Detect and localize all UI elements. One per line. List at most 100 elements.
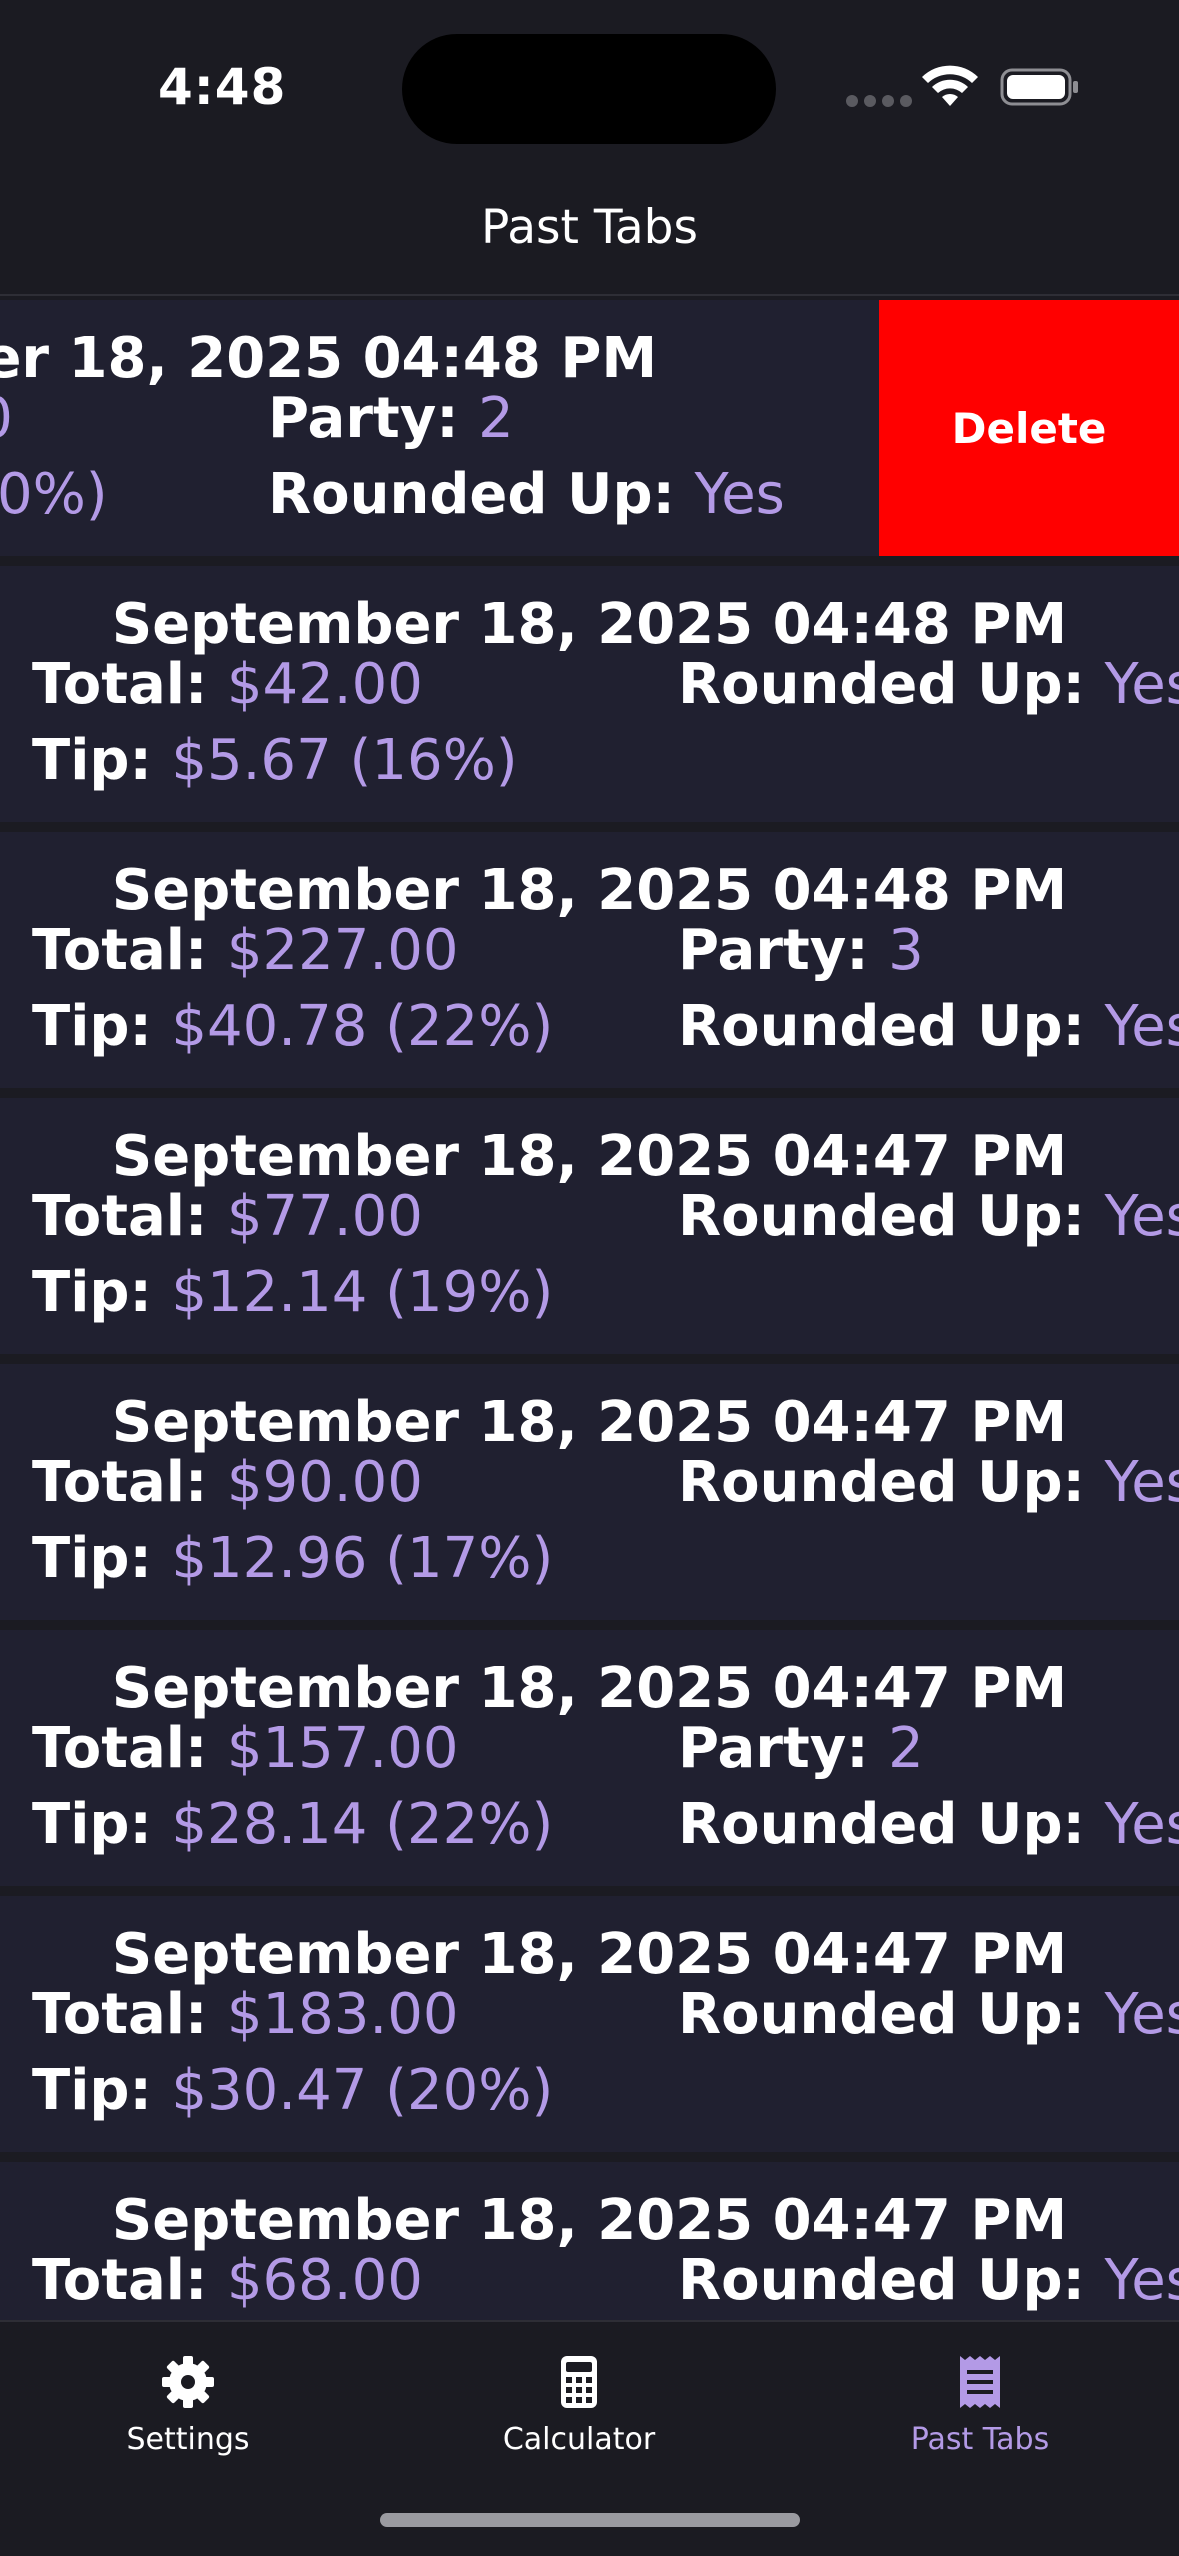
row-rounded-up: Rounded Up: Yes — [678, 1982, 1179, 2047]
screen: 4:48 Past Tabs September 18, 2025 04:48 … — [0, 0, 1179, 2556]
rounded-up-label: Rounded Up: — [678, 1450, 1105, 1515]
row-rounded-up: Rounded Up: Yes — [678, 2248, 1179, 2313]
row-total: Total: $68.00 — [32, 2248, 423, 2313]
receipt-icon — [960, 2356, 1000, 2408]
status-bar: 4:48 — [0, 0, 1179, 180]
list-item[interactable]: September 18, 2025 04:48 PM Total: $42.0… — [0, 566, 1179, 822]
row-tip: Tip: $30.47 (20%) — [32, 2058, 553, 2123]
tab-past-tabs[interactable]: Past Tabs — [830, 2352, 1130, 2457]
rounded-up-label: Rounded Up: — [678, 2248, 1105, 2313]
list-item[interactable]: September 18, 2025 04:47 PM Total: $183.… — [0, 1896, 1179, 2152]
row-total: Total: $183.00 — [32, 1982, 458, 2047]
rounded-up-label: Rounded Up: — [678, 1184, 1105, 1249]
party-value: 2 — [478, 386, 514, 451]
total-label: Total: — [32, 1982, 227, 2047]
total-value: $42.00 — [226, 652, 423, 717]
rounded-up-label: Rounded Up: — [678, 1982, 1105, 2047]
rounded-up-label: Rounded Up: — [678, 994, 1105, 1059]
rounded-up-value: Yes — [694, 462, 785, 527]
rounded-up-value: Yes — [1104, 994, 1179, 1059]
row-date: September 18, 2025 04:48 PM — [111, 858, 1068, 923]
list-item-swiped[interactable]: September 18, 2025 04:48 PM Total: $48.0… — [0, 300, 1179, 556]
tip-value: $9.36 (20%) — [0, 462, 108, 527]
total-label: Total: — [32, 918, 227, 983]
total-value: $227.00 — [226, 918, 459, 983]
tip-value: $40.78 (22%) — [171, 994, 554, 1059]
total-value: $68.00 — [226, 2248, 423, 2313]
row-date: September 18, 2025 04:47 PM — [111, 1124, 1068, 1189]
tip-label: Tip: — [32, 728, 172, 793]
rounded-up-value: Yes — [1104, 652, 1179, 717]
status-time: 4:48 — [158, 58, 287, 116]
dynamic-island — [402, 34, 776, 144]
tip-value: $28.14 (22%) — [171, 1792, 554, 1857]
cellular-signal-icon — [846, 95, 912, 107]
row-date: September 18, 2025 04:47 PM — [111, 1390, 1068, 1455]
row-tip: Tip: $28.14 (22%) — [32, 1792, 553, 1857]
tip-label: Tip: — [32, 1526, 172, 1591]
row-total: Total: $157.00 — [32, 1716, 458, 1781]
total-value: $90.00 — [226, 1450, 423, 1515]
total-label: Total: — [32, 652, 227, 717]
party-value: 3 — [888, 918, 924, 983]
list-item[interactable]: September 18, 2025 04:47 PM Total: $90.0… — [0, 1364, 1179, 1620]
total-value: $157.00 — [226, 1716, 459, 1781]
past-tabs-list[interactable]: September 18, 2025 04:48 PM Total: $48.0… — [0, 300, 1179, 2320]
party-value: 2 — [888, 1716, 924, 1781]
gear-icon — [162, 2356, 214, 2408]
row-total: Total: $42.00 — [32, 652, 423, 717]
row-tip: Tip: $12.96 (17%) — [32, 1526, 553, 1591]
tip-value: $12.14 (19%) — [171, 1260, 554, 1325]
header-divider — [0, 294, 1179, 296]
list-item[interactable]: September 18, 2025 04:47 PM Total: $68.0… — [0, 2162, 1179, 2320]
list-item[interactable]: September 18, 2025 04:48 PM Total: $227.… — [0, 832, 1179, 1088]
row-date: September 18, 2025 04:48 PM — [0, 326, 658, 391]
row-total: Total: $48.00 — [0, 386, 13, 451]
row-rounded-up: Rounded Up: Yes — [678, 1792, 1179, 1857]
delete-button[interactable]: Delete — [879, 300, 1179, 556]
total-value: $77.00 — [226, 1184, 423, 1249]
row-date: September 18, 2025 04:47 PM — [111, 1656, 1068, 1721]
total-label: Total: — [32, 1450, 227, 1515]
tab-calculator[interactable]: Calculator — [429, 2352, 729, 2457]
total-label: Total: — [32, 2248, 227, 2313]
battery-icon — [1000, 68, 1078, 106]
tip-value: $30.47 (20%) — [171, 2058, 554, 2123]
tip-label: Tip: — [32, 1260, 172, 1325]
tip-value: $5.67 (16%) — [171, 728, 518, 793]
home-indicator[interactable] — [380, 2513, 800, 2527]
tab-settings[interactable]: Settings — [38, 2352, 338, 2457]
row-total: Total: $77.00 — [32, 1184, 423, 1249]
row-party: Party: 2 — [678, 1716, 924, 1781]
row-content[interactable]: September 18, 2025 04:48 PM Total: $48.0… — [0, 300, 785, 556]
tab-label: Calculator — [502, 2422, 656, 2457]
rounded-up-value: Yes — [1104, 2248, 1179, 2313]
row-rounded-up: Rounded Up: Yes — [678, 652, 1179, 717]
tip-label: Tip: — [32, 2058, 172, 2123]
row-tip: Tip: $5.67 (16%) — [32, 728, 518, 793]
party-label: Party: — [268, 386, 479, 451]
row-tip: Tip: $40.78 (22%) — [32, 994, 553, 1059]
row-tip: Tip: $12.14 (19%) — [32, 1260, 553, 1325]
row-rounded-up: Rounded Up: Yes — [678, 1450, 1179, 1515]
list-item[interactable]: September 18, 2025 04:47 PM Total: $77.0… — [0, 1098, 1179, 1354]
row-date: September 18, 2025 04:47 PM — [111, 1922, 1068, 1987]
wifi-icon — [922, 65, 978, 106]
calculator-icon — [561, 2356, 597, 2408]
tip-value: $12.96 (17%) — [171, 1526, 554, 1591]
page-title: Past Tabs — [481, 200, 698, 255]
rounded-up-label: Rounded Up: — [268, 462, 695, 527]
row-party: Party: 2 — [268, 386, 514, 451]
row-date: September 18, 2025 04:48 PM — [111, 592, 1068, 657]
rounded-up-value: Yes — [1104, 1982, 1179, 2047]
row-date: September 18, 2025 04:47 PM — [111, 2188, 1068, 2253]
row-total: Total: $227.00 — [32, 918, 458, 983]
tab-label: Settings — [126, 2422, 250, 2457]
total-value: $183.00 — [226, 1982, 459, 2047]
party-label: Party: — [678, 918, 889, 983]
rounded-up-value: Yes — [1104, 1450, 1179, 1515]
list-item[interactable]: September 18, 2025 04:47 PM Total: $157.… — [0, 1630, 1179, 1886]
rounded-up-label: Rounded Up: — [678, 652, 1105, 717]
row-party: Party: 3 — [678, 918, 924, 983]
rounded-up-label: Rounded Up: — [678, 1792, 1105, 1857]
